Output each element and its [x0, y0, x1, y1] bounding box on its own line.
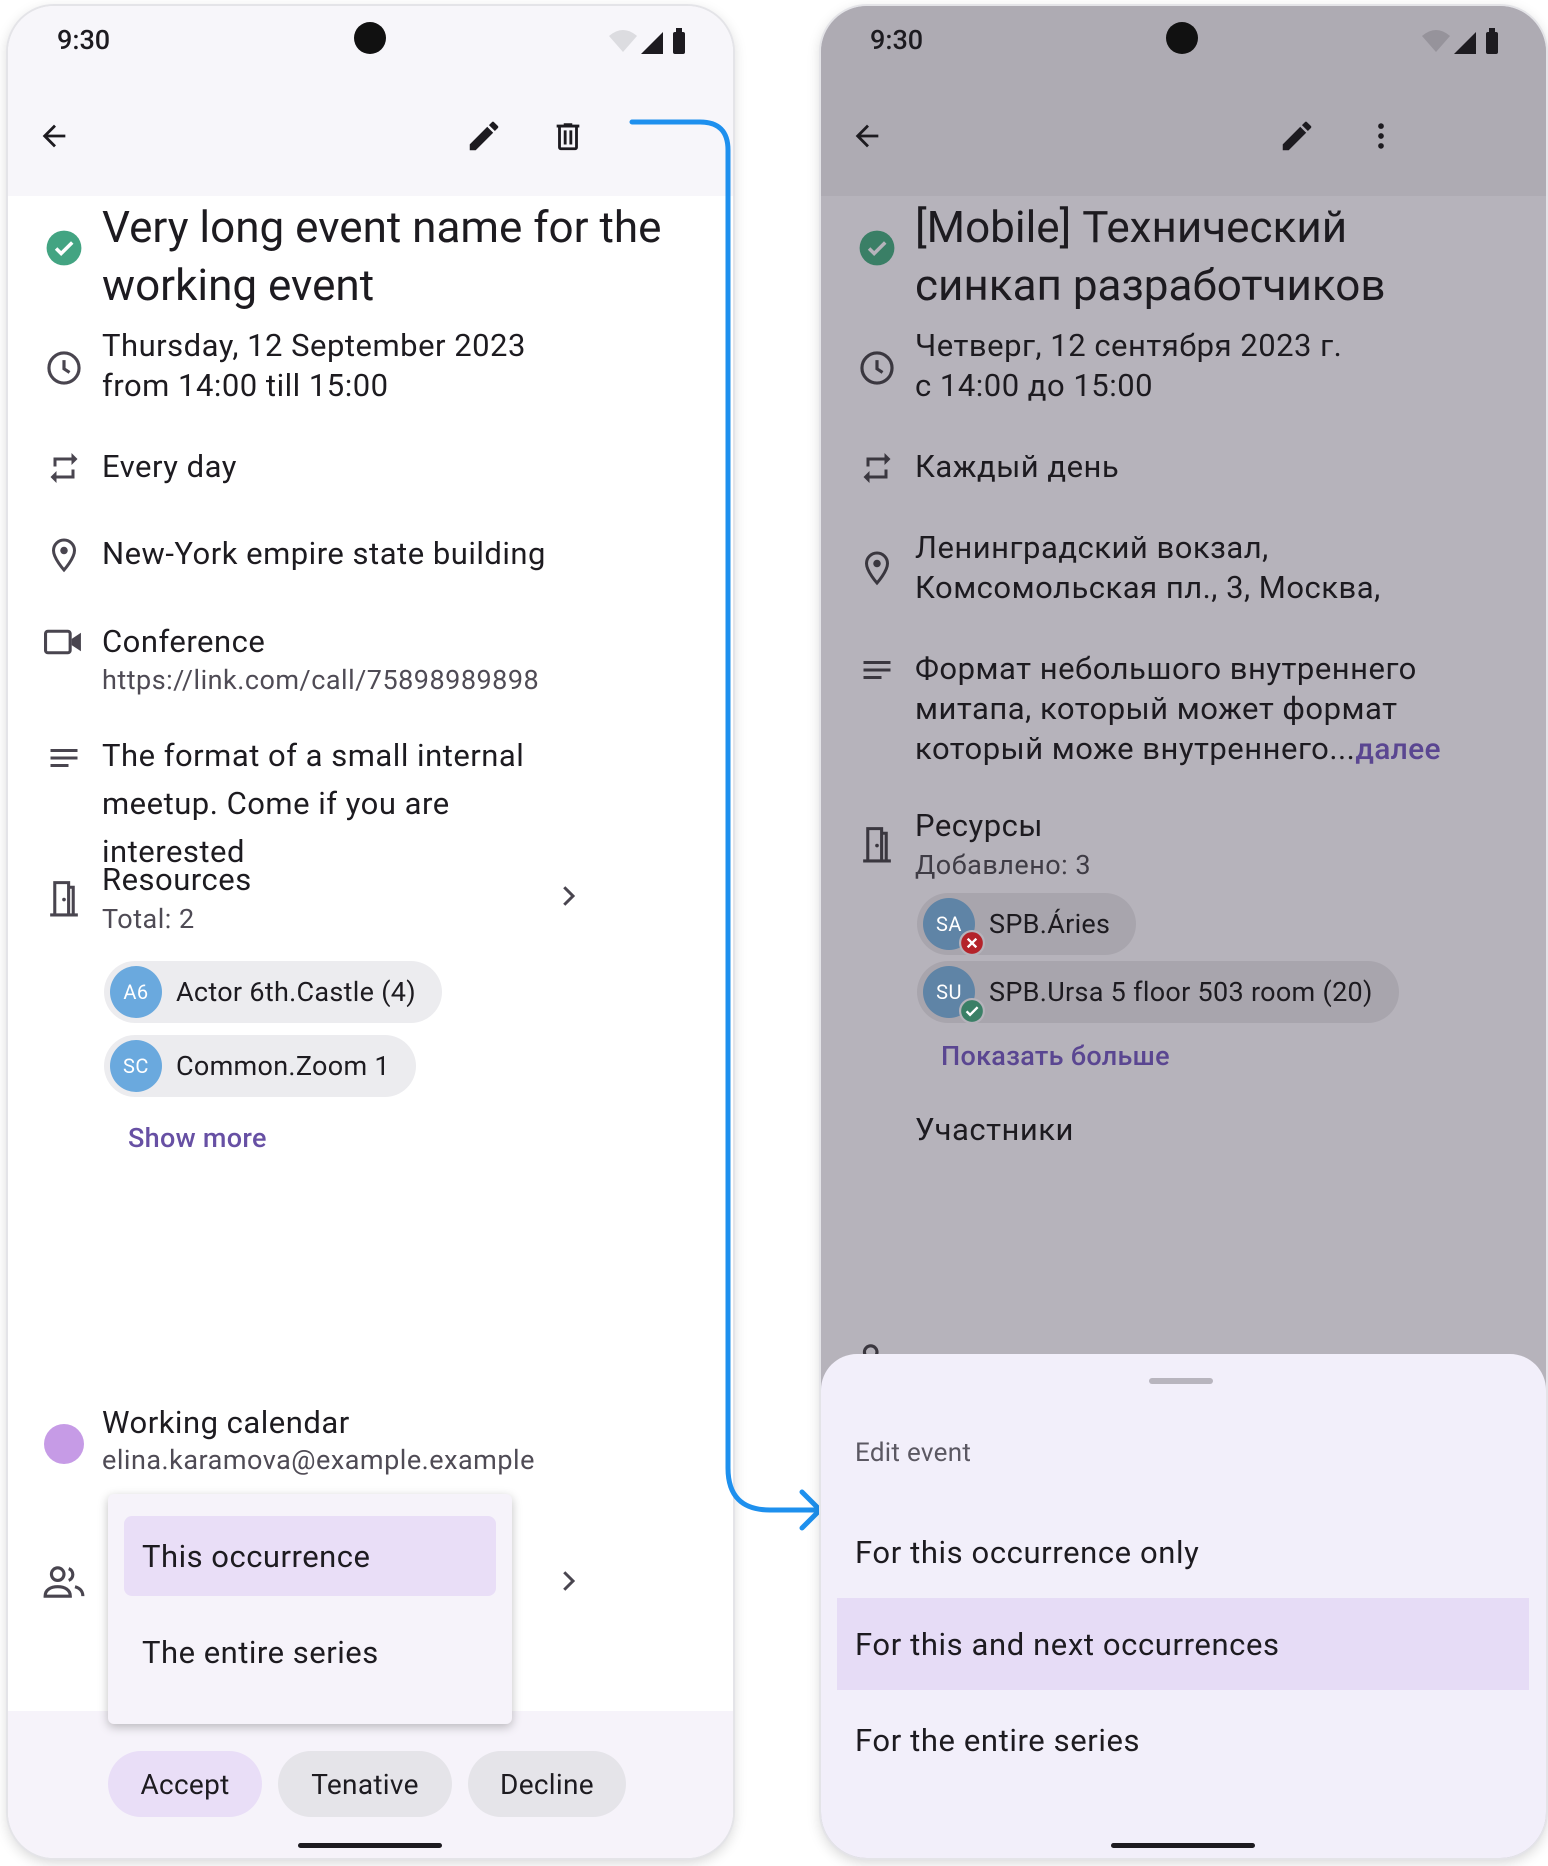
resource-chip[interactable]: SA SPB.Áries: [917, 893, 1137, 956]
avatar: SA: [923, 898, 985, 956]
status-check-icon: [853, 224, 901, 272]
notes-icon: [40, 734, 88, 782]
location-pin-icon: [40, 531, 88, 579]
conference-link[interactable]: https://link.com/call/75898989898: [102, 660, 539, 700]
resources-added: Добавлено: 3: [915, 849, 1092, 881]
show-more-link[interactable]: Show more: [128, 1122, 267, 1154]
camera-cutout: [354, 22, 386, 54]
option-this-and-next-occurrences[interactable]: For this and next occurrences: [837, 1598, 1529, 1690]
trash-icon: [556, 123, 580, 151]
calendar-color-dot: [44, 1424, 84, 1464]
clock-icon: [853, 344, 901, 392]
status-time: 9:30: [870, 24, 924, 56]
edit-scope-bottom-sheet: Edit event For this occurrence only For …: [821, 1354, 1546, 1858]
status-icons: [609, 28, 685, 54]
decline-button[interactable]: Decline: [468, 1751, 626, 1817]
description-line-3: который може внутреннего...далее: [915, 725, 1441, 774]
participants-icon: [40, 1558, 88, 1606]
edit-button[interactable]: [1265, 104, 1329, 168]
door-icon: [853, 820, 901, 868]
description-text: который може внутреннего...: [915, 730, 1356, 767]
resources-title: Resources: [102, 861, 252, 898]
door-icon: [40, 874, 88, 922]
clock-icon: [40, 344, 88, 392]
show-more-link[interactable]: Показать больше: [941, 1040, 1170, 1072]
status-time: 9:30: [57, 24, 111, 56]
event-time: с 14:00 до 15:00: [915, 367, 1154, 404]
delete-scope-menu: This occurrence The entire series: [108, 1494, 512, 1724]
option-this-occurrence-only[interactable]: For this occurrence only: [837, 1504, 1529, 1600]
resource-name: Actor 6th.Castle (4): [176, 976, 416, 1008]
status-bar: 9:30: [821, 6, 1546, 76]
delete-button[interactable]: [536, 104, 600, 168]
back-button[interactable]: [22, 104, 86, 168]
camera-cutout: [1166, 22, 1198, 54]
accept-button[interactable]: Accept: [108, 1751, 262, 1817]
resource-name: SPB.Ursa 5 floor 503 room (20): [989, 976, 1373, 1008]
pencil-icon: [1282, 121, 1312, 151]
location-pin-icon: [853, 544, 901, 592]
right-screen: 9:30 [Mobile] Технический синкап разрабо…: [821, 6, 1546, 1858]
arrow-back-icon: [855, 124, 879, 148]
recurrence-text: Every day: [102, 448, 237, 485]
accepted-badge-icon: [959, 998, 985, 1024]
home-indicator: [1111, 1843, 1255, 1848]
event-time: from 14:00 till 15:00: [102, 367, 389, 404]
sheet-title: Edit event: [855, 1438, 972, 1468]
status-icons: [1422, 28, 1498, 54]
more-vert-icon: [1378, 123, 1384, 149]
resource-chip[interactable]: A6 Actor 6th.Castle (4): [104, 961, 442, 1023]
avatar: A6: [110, 966, 162, 1018]
notes-icon: [853, 646, 901, 694]
location-line-2: Комсомольская пл., 3, Москва,: [915, 569, 1381, 606]
edit-button[interactable]: [452, 104, 516, 168]
top-app-bar: [821, 76, 1546, 196]
tentative-button[interactable]: Tenative: [278, 1751, 452, 1817]
resources-title: Ресурсы: [915, 807, 1043, 844]
avatar: SC: [110, 1040, 162, 1092]
resources-chevron-right-icon[interactable]: [548, 876, 588, 916]
video-camera-icon: [40, 618, 88, 666]
event-title: Very long event name for the working eve…: [102, 201, 662, 311]
flow-arrow-icon: [629, 119, 823, 1531]
pencil-icon: [469, 121, 499, 151]
resource-name: SPB.Áries: [989, 908, 1111, 940]
status-bar: 9:30: [8, 6, 733, 76]
drag-handle[interactable]: [1149, 1378, 1213, 1384]
declined-badge-icon: [959, 930, 985, 956]
repeat-icon: [40, 444, 88, 492]
description-text: The format of a small internal meetup. C…: [102, 737, 525, 870]
participants-title: Участники: [915, 1111, 1074, 1148]
conference-label: Conference: [102, 623, 266, 660]
resources-total: Total: 2: [102, 903, 195, 935]
resource-chip[interactable]: SC Common.Zoom 1: [104, 1035, 416, 1097]
location-text: New-York empire state building: [102, 535, 546, 572]
participants-chevron-right-icon[interactable]: [548, 1561, 588, 1601]
calendar-email: elina.karamova@example.example: [102, 1444, 535, 1476]
arrow-back-icon: [42, 124, 66, 148]
avatar: SU: [923, 966, 985, 1024]
status-check-icon: [40, 224, 88, 272]
option-entire-series[interactable]: For the entire series: [837, 1692, 1529, 1788]
menu-item-entire-series[interactable]: The entire series: [124, 1612, 496, 1692]
menu-item-this-occurrence[interactable]: This occurrence: [124, 1516, 496, 1596]
back-button[interactable]: [835, 104, 899, 168]
resource-chip[interactable]: SU SPB.Ursa 5 floor 503 room (20): [917, 961, 1399, 1024]
more-options-button[interactable]: [1349, 104, 1413, 168]
resource-name: Common.Zoom 1: [176, 1050, 390, 1082]
repeat-icon: [853, 444, 901, 492]
response-bar: Accept Tenative Decline: [8, 1711, 733, 1858]
event-title: [Mobile] Технический синкап разработчико…: [915, 201, 1386, 311]
home-indicator: [298, 1843, 442, 1848]
recurrence-text: Каждый день: [915, 448, 1120, 485]
read-more-link[interactable]: далее: [1355, 732, 1441, 767]
